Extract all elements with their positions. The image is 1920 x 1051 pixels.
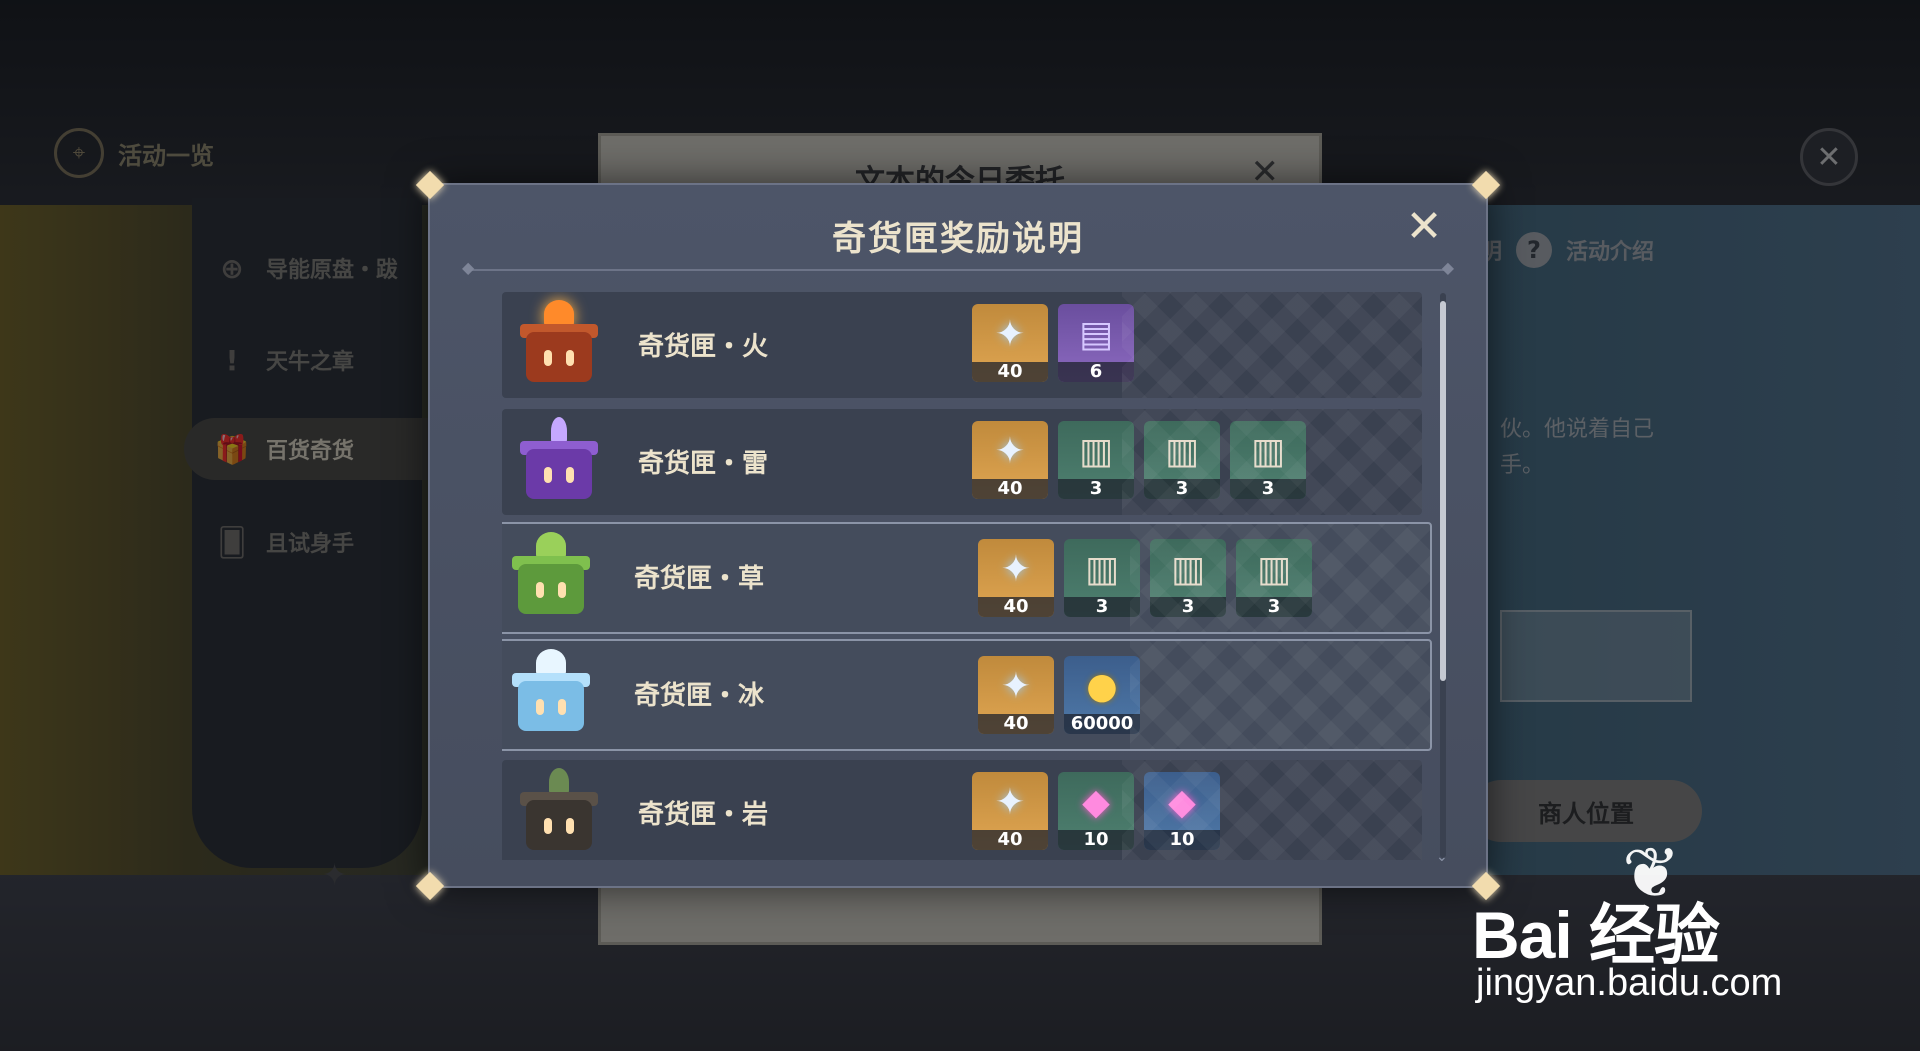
talent-book-icon: ▥ xyxy=(1084,548,1119,590)
reward-list[interactable]: 奇货匣・火 ✦ 40 ▤ 6 奇货匣・雷 ✦ 40 ▥ 3 ▥ 3 ▥ 3 奇货… xyxy=(502,292,1432,860)
corner-ornament-icon xyxy=(416,171,444,199)
reward-count: 6 xyxy=(1058,362,1134,382)
reward-count: 3 xyxy=(1058,479,1134,499)
reward-item[interactable]: ▥ 3 xyxy=(1064,539,1140,617)
primogem-icon: ✦ xyxy=(994,781,1026,823)
watermark-url: jingyan.baidu.com xyxy=(1476,962,1783,1004)
baidu-watermark: ❦ Bai 经验 jingyan.baidu.com xyxy=(1472,838,1832,1016)
primogem-icon: ✦ xyxy=(1000,548,1032,590)
corner-ornament-icon xyxy=(416,872,444,900)
reward-item[interactable]: ▥ 3 xyxy=(1236,539,1312,617)
fire-box-icon xyxy=(514,300,604,390)
crystal-icon: ◆ xyxy=(1168,781,1196,823)
reward-count: 40 xyxy=(972,830,1048,850)
talent-book-icon: ▥ xyxy=(1250,430,1285,472)
reward-item[interactable]: ◆ 10 xyxy=(1058,772,1134,850)
reward-count: 40 xyxy=(972,479,1048,499)
reward-items: ✦ 40 ◆ 10 ◆ 10 xyxy=(972,772,1220,850)
reward-count: 40 xyxy=(978,597,1054,617)
reward-items: ✦ 40 ● 60000 xyxy=(978,656,1140,734)
box-name: 奇货匣・火 xyxy=(638,332,769,362)
mora-coin-icon: ● xyxy=(1086,665,1118,707)
reward-item[interactable]: ✦ 40 xyxy=(978,539,1054,617)
reward-info-dialog: 奇货匣奖励说明 ✕ 奇货匣・火 ✦ 40 ▤ 6 xyxy=(428,183,1488,888)
scrollbar-thumb[interactable] xyxy=(1440,301,1446,681)
reward-item[interactable]: ● 60000 xyxy=(1064,656,1140,734)
scrollbar[interactable] xyxy=(1440,293,1446,858)
reward-count: 3 xyxy=(1236,597,1312,617)
corner-ornament-icon xyxy=(1472,171,1500,199)
thunder-box-icon xyxy=(514,417,604,507)
list-item: 奇货匣・火 ✦ 40 ▤ 6 xyxy=(502,292,1422,398)
list-item: 奇货匣・雷 ✦ 40 ▥ 3 ▥ 3 ▥ 3 xyxy=(502,409,1422,515)
primogem-icon: ✦ xyxy=(994,430,1026,472)
title-divider xyxy=(462,258,1454,277)
box-name: 奇货匣・草 xyxy=(634,564,765,594)
reward-item[interactable]: ✦ 40 xyxy=(972,421,1048,499)
ice-box-icon xyxy=(506,649,596,739)
reward-count: 3 xyxy=(1144,479,1220,499)
reward-item[interactable]: ◆ 10 xyxy=(1144,772,1220,850)
reward-count: 3 xyxy=(1064,597,1140,617)
reward-count: 40 xyxy=(972,362,1048,382)
box-name: 奇货匣・冰 xyxy=(634,681,765,711)
talent-book-icon: ▥ xyxy=(1164,430,1199,472)
chevron-down-icon[interactable]: ⌄ xyxy=(1436,849,1448,865)
talent-book-icon: ▥ xyxy=(1170,548,1205,590)
reward-items: ✦ 40 ▤ 6 xyxy=(972,304,1134,382)
reward-item[interactable]: ▥ 3 xyxy=(1230,421,1306,499)
reward-count: 10 xyxy=(1144,830,1220,850)
close-icon[interactable]: ✕ xyxy=(1402,205,1446,249)
book-icon: ▤ xyxy=(1078,313,1113,355)
reward-item[interactable]: ▥ 3 xyxy=(1150,539,1226,617)
reward-count: 10 xyxy=(1058,830,1134,850)
reward-items: ✦ 40 ▥ 3 ▥ 3 ▥ 3 xyxy=(972,421,1306,499)
reward-item[interactable]: ✦ 40 xyxy=(972,772,1048,850)
reward-item[interactable]: ▥ 3 xyxy=(1058,421,1134,499)
primogem-icon: ✦ xyxy=(994,313,1026,355)
reward-count: 3 xyxy=(1230,479,1306,499)
reward-count: 3 xyxy=(1150,597,1226,617)
reward-item[interactable]: ✦ 40 xyxy=(978,656,1054,734)
talent-book-icon: ▥ xyxy=(1078,430,1113,472)
list-item: 奇货匣・草 ✦ 40 ▥ 3 ▥ 3 ▥ 3 xyxy=(502,522,1432,634)
talent-book-icon: ▥ xyxy=(1256,548,1291,590)
list-item: 奇货匣・冰 ✦ 40 ● 60000 xyxy=(502,639,1432,751)
reward-item[interactable]: ▥ 3 xyxy=(1144,421,1220,499)
reward-items: ✦ 40 ▥ 3 ▥ 3 ▥ 3 xyxy=(978,539,1312,617)
reward-count: 40 xyxy=(978,714,1054,734)
grass-box-icon xyxy=(506,532,596,622)
rock-box-icon xyxy=(514,768,604,858)
reward-count: 60000 xyxy=(1064,714,1140,734)
dialog-title: 奇货匣奖励说明 xyxy=(832,219,1084,259)
reward-item[interactable]: ▤ 6 xyxy=(1058,304,1134,382)
primogem-icon: ✦ xyxy=(1000,665,1032,707)
box-name: 奇货匣・雷 xyxy=(638,449,769,479)
box-name: 奇货匣・岩 xyxy=(638,800,769,830)
list-item: 奇货匣・岩 ✦ 40 ◆ 10 ◆ 10 xyxy=(502,760,1422,860)
reward-item[interactable]: ✦ 40 xyxy=(972,304,1048,382)
crystal-icon: ◆ xyxy=(1082,781,1110,823)
